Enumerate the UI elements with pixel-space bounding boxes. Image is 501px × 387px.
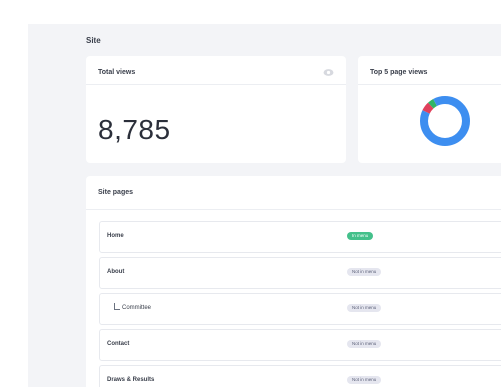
page-row-committee[interactable]: Committee Not in menu bbox=[99, 293, 501, 325]
card-divider bbox=[86, 84, 346, 85]
eye-icon[interactable] bbox=[323, 68, 334, 77]
top-pages-card: Top 5 page views bbox=[358, 56, 501, 163]
site-pages-card: Site pages Home In menu About Not in men… bbox=[86, 176, 501, 387]
page-name: Committee bbox=[122, 305, 152, 311]
left-rail: ⋮ bbox=[0, 0, 34, 387]
main-content: Site Total views 8,785 Top 5 page views … bbox=[28, 24, 501, 387]
status-badge: Not in menu bbox=[347, 376, 382, 384]
page-name: About bbox=[107, 269, 125, 275]
page-name: Home bbox=[107, 233, 124, 239]
page-row-contact[interactable]: Contact Not in menu bbox=[99, 329, 501, 361]
page-name: Draws & Results bbox=[107, 377, 155, 383]
child-page-icon bbox=[114, 303, 120, 310]
page-row-draws-results[interactable]: Draws & Results Not in menu bbox=[99, 365, 501, 387]
card-divider bbox=[86, 209, 501, 210]
site-pages-title: Site pages bbox=[98, 189, 134, 196]
status-badge: Not in menu bbox=[347, 340, 382, 348]
status-badge: Not in menu bbox=[347, 268, 382, 276]
page-row-about[interactable]: About Not in menu bbox=[99, 257, 501, 289]
total-views-title: Total views bbox=[98, 69, 136, 76]
card-divider bbox=[358, 84, 501, 85]
top-bar bbox=[28, 0, 501, 24]
status-badge: Not in menu bbox=[347, 304, 382, 312]
page-title: Site bbox=[86, 36, 101, 45]
total-views-value: 8,785 bbox=[98, 114, 171, 145]
top-pages-title: Top 5 page views bbox=[370, 69, 428, 76]
page-row-home[interactable]: Home In menu bbox=[99, 221, 501, 253]
total-views-card: Total views 8,785 bbox=[86, 56, 346, 163]
status-badge: In menu bbox=[347, 232, 374, 240]
top-pages-donut-chart bbox=[420, 96, 470, 146]
page-name: Contact bbox=[107, 341, 130, 347]
